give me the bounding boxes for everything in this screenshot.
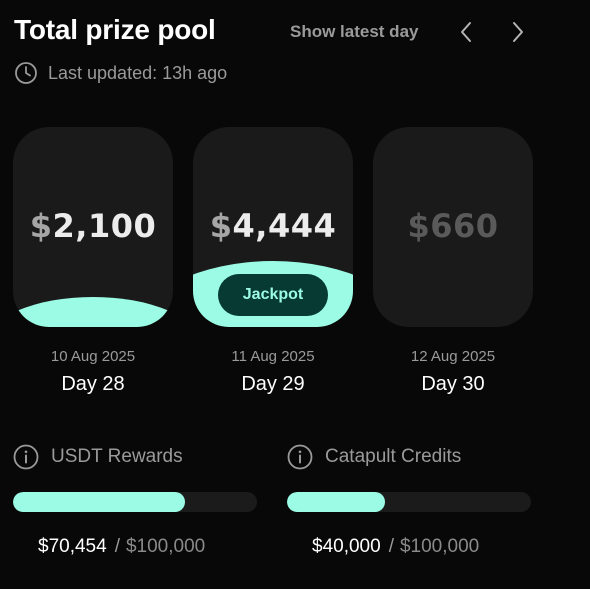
day-date: 11 Aug 2025 xyxy=(231,348,315,365)
clock-icon xyxy=(15,62,37,84)
prize-amount: $4,444 xyxy=(193,207,353,245)
currency-symbol: $ xyxy=(209,207,233,245)
progress-track xyxy=(13,492,257,512)
day-date: 12 Aug 2025 xyxy=(410,348,496,365)
amount-value: 2,100 xyxy=(52,207,157,245)
day-label: Day 28 xyxy=(61,373,125,395)
day-meta-28: 10 Aug 2025 Day 28 xyxy=(13,348,173,396)
day-meta-30: 12 Aug 2025 Day 30 xyxy=(373,348,533,396)
reward-max: $100,000 xyxy=(125,536,206,557)
jackpot-badge: Jackpot xyxy=(218,274,328,316)
day-card-28[interactable]: $2,100 xyxy=(13,127,173,327)
currency-symbol: $ xyxy=(407,207,431,245)
page-title: Total prize pool xyxy=(14,14,216,45)
progress-fill xyxy=(13,492,185,512)
reward-max: $100,000 xyxy=(399,536,480,557)
reward-label: USDT Rewards xyxy=(51,446,183,467)
currency-symbol: $ xyxy=(29,207,53,245)
info-icon[interactable] xyxy=(287,444,313,470)
catapult-credits: Catapult Credits $40,000 /$100,000 xyxy=(287,444,533,558)
last-updated-text: Last updated: 13h ago xyxy=(48,62,228,83)
usdt-rewards: USDT Rewards $70,454 /$100,000 xyxy=(13,444,259,558)
show-latest-day-button[interactable]: Show latest day xyxy=(290,22,418,42)
day-label: Day 29 xyxy=(241,373,305,395)
progress-fill xyxy=(287,492,385,512)
previous-day-button[interactable] xyxy=(452,16,480,48)
day-date: 10 Aug 2025 xyxy=(50,348,136,365)
prize-amount: $660 xyxy=(373,207,533,245)
reward-separator: / xyxy=(114,536,120,557)
day-meta-29: 11 Aug 2025 Day 29 xyxy=(193,348,353,396)
chevron-right-icon xyxy=(513,22,523,42)
reward-separator: / xyxy=(388,536,394,557)
day-label: Day 30 xyxy=(421,373,485,395)
prize-wave xyxy=(13,297,173,327)
chevron-left-icon xyxy=(461,22,471,42)
day-card-30[interactable]: $660 xyxy=(373,127,533,327)
next-day-button[interactable] xyxy=(504,16,532,48)
amount-value: 660 xyxy=(430,207,499,245)
day-card-29[interactable]: $4,444 Jackpot xyxy=(193,127,353,327)
progress-track xyxy=(287,492,531,512)
reward-current: $40,000 xyxy=(312,536,381,557)
last-updated: Last updated: 13h ago xyxy=(14,61,227,85)
info-icon[interactable] xyxy=(13,444,39,470)
reward-current: $70,454 xyxy=(38,536,107,557)
amount-value: 4,444 xyxy=(232,207,337,245)
reward-label: Catapult Credits xyxy=(325,446,462,467)
prize-amount: $2,100 xyxy=(13,207,173,245)
